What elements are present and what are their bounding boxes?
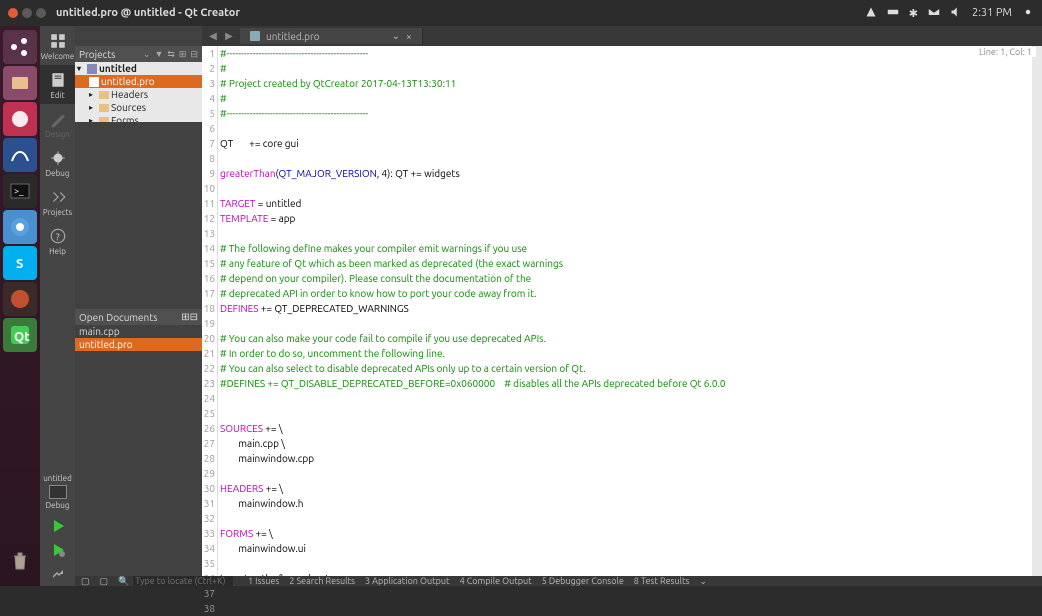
mail-icon[interactable] (928, 6, 940, 21)
pane-issues[interactable]: 1 Issues (248, 576, 279, 586)
file-icon (250, 31, 260, 41)
code-area[interactable]: #---------------------------------------… (218, 46, 1042, 576)
search-icon: 🔍 (118, 576, 129, 587)
tab-label: untitled.pro (266, 31, 320, 42)
minimize-button[interactable] (22, 8, 32, 18)
dash-icon[interactable] (3, 30, 37, 64)
opendocs-header: Open Documents ⊞⊟ (75, 309, 202, 325)
nav-fwd[interactable]: ▶ (222, 30, 236, 42)
keyboard-icon[interactable] (887, 6, 899, 21)
svg-text:Qt: Qt (14, 330, 30, 344)
mode-debug[interactable]: Debug (40, 143, 75, 182)
build-button[interactable] (50, 562, 66, 586)
close-icon[interactable]: ⊟ (190, 311, 198, 322)
code-editor[interactable]: 1 2 3 4 5 6 7 8 9 10 11 12 13 14 15 16 1… (202, 46, 1042, 576)
locator-input[interactable] (133, 576, 233, 586)
toggle-sidebar-icon[interactable]: ▢ (81, 576, 90, 587)
editor-tab[interactable]: untitled.pro ⌄ × (240, 28, 423, 44)
tree-root[interactable]: ▾untitled (75, 62, 202, 75)
app-icon-1[interactable] (3, 102, 37, 136)
mode-edit[interactable]: Edit (40, 65, 75, 104)
svg-text:>_: >_ (14, 186, 24, 196)
scrollbar[interactable] (1032, 46, 1042, 576)
menubar: untitled.pro @ untitled - Qt Creator ✱ 2… (0, 0, 1042, 26)
sync-icon[interactable]: ⇆ (167, 49, 175, 60)
maximize-button[interactable] (36, 8, 46, 18)
projects-panel: Projects ⌄▼⇆⊞⊟ ▾untitled untitled.pro ▸H… (75, 46, 202, 576)
tab-dropdown-icon[interactable]: ⌄ (392, 30, 400, 42)
tree-item-sources[interactable]: ▸Sources (75, 101, 202, 114)
split-icon[interactable]: ⊞ (179, 49, 187, 60)
bluetooth-icon[interactable]: ✱ (909, 7, 918, 20)
terminal-icon[interactable]: >_ (3, 174, 37, 208)
mode-welcome[interactable]: Welcome (40, 26, 75, 65)
files-icon[interactable] (3, 66, 37, 100)
line-gutter: 1 2 3 4 5 6 7 8 9 10 11 12 13 14 15 16 1… (202, 46, 218, 576)
pane-dropdown-icon[interactable]: ⌄ (699, 576, 707, 587)
opendocs-list: main.cpp untitled.pro (75, 325, 202, 351)
chromium-icon[interactable] (3, 210, 37, 244)
debug-run-button[interactable] (50, 538, 66, 562)
window-buttons (8, 8, 46, 18)
svg-text:S: S (16, 257, 23, 271)
run-button[interactable] (50, 514, 66, 538)
app-icon-2[interactable] (3, 138, 37, 172)
close-button[interactable] (8, 8, 18, 18)
mode-bar: Welcome Edit Design Debug Projects ?Help… (40, 26, 75, 586)
kit-selector[interactable]: untitled Debug (43, 470, 72, 514)
ubuntu-launcher: >_ S Qt (0, 26, 40, 586)
opendoc-item[interactable]: main.cpp (75, 325, 202, 338)
tree-item-headers[interactable]: ▸Headers (75, 88, 202, 101)
window-title: untitled.pro @ untitled - Qt Creator (56, 7, 865, 19)
pane-search[interactable]: 2 Search Results (289, 576, 355, 586)
opendoc-item[interactable]: untitled.pro (75, 338, 202, 351)
clock[interactable]: 2:31 PM (972, 7, 1012, 19)
pane-debugger[interactable]: 5 Debugger Console (542, 576, 624, 586)
app-icon-3[interactable] (3, 282, 37, 316)
tree-item-pro[interactable]: untitled.pro (75, 75, 202, 88)
network-icon[interactable] (865, 6, 877, 21)
skype-icon[interactable]: S (3, 246, 37, 280)
split-icon[interactable]: ⊞ (181, 311, 189, 322)
filter-icon[interactable]: ⌄ (143, 49, 151, 60)
qtcreator-icon[interactable]: Qt (3, 318, 37, 352)
mode-projects[interactable]: Projects (40, 182, 75, 221)
project-tree[interactable]: ▾untitled untitled.pro ▸Headers ▸Sources… (75, 62, 202, 122)
system-tray: ✱ 2:31 PM (865, 6, 1034, 21)
line-col-indicator[interactable]: Line: 1, Col: 1 (975, 47, 1036, 57)
pane-compile[interactable]: 4 Compile Output (460, 576, 532, 586)
output-toggle-icon[interactable]: ▢ (100, 576, 109, 587)
close-panel-icon[interactable]: ⊟ (190, 49, 198, 60)
mode-design: Design (40, 104, 75, 143)
pane-tests[interactable]: 8 Test Results (634, 576, 690, 586)
nav-back[interactable]: ◀ (206, 30, 220, 42)
bottom-bar: ▢ ▢ 🔍 1 Issues 2 Search Results 3 Applic… (75, 576, 1042, 586)
trash-icon[interactable] (3, 544, 37, 578)
volume-icon[interactable] (950, 6, 962, 21)
tab-close-icon[interactable]: × (406, 31, 412, 42)
projects-header: Projects ⌄▼⇆⊞⊟ (75, 46, 202, 62)
mode-help[interactable]: ?Help (40, 221, 75, 260)
locator[interactable]: 🔍 (118, 576, 238, 587)
pane-appout[interactable]: 3 Application Output (365, 576, 450, 586)
editor-tabbar: ◀ ▶ untitled.pro ⌄ × (75, 26, 1042, 46)
svg-text:?: ? (55, 232, 59, 243)
funnel-icon[interactable]: ▼ (154, 49, 163, 60)
gear-icon[interactable] (1022, 6, 1034, 21)
